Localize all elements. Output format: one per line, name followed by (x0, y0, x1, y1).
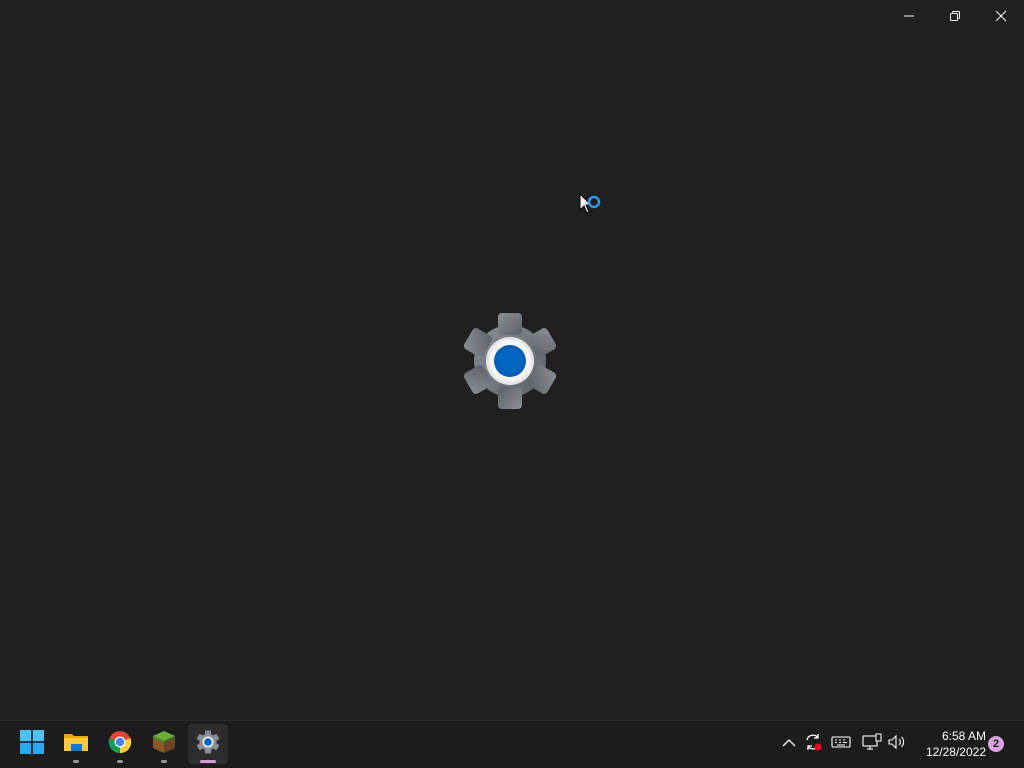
restore-icon (949, 10, 961, 22)
running-indicator (117, 760, 123, 763)
restore-button[interactable] (932, 0, 978, 32)
close-icon (995, 10, 1007, 22)
close-button[interactable] (978, 0, 1024, 32)
chrome-icon (108, 730, 132, 759)
sync-tray-button[interactable] (802, 733, 824, 755)
minecraft-icon (152, 730, 176, 759)
notification-count-badge[interactable]: 2 (988, 736, 1004, 752)
minimize-icon (903, 10, 915, 22)
volume-icon (887, 733, 907, 756)
show-hidden-icons-button[interactable] (778, 733, 800, 755)
sync-icon (803, 732, 823, 757)
keyboard-icon (831, 735, 851, 754)
windows-start-icon (20, 729, 44, 759)
show-hidden-icons-chevron-icon (782, 735, 796, 753)
settings-splash-gear-icon (461, 312, 559, 410)
taskbar-settings[interactable] (188, 724, 228, 764)
network-tray-button[interactable] (861, 733, 883, 755)
taskbar-clock[interactable]: 6:58 AM 12/28/2022 (912, 728, 986, 760)
minimize-button[interactable] (886, 0, 932, 32)
start-button[interactable] (12, 724, 52, 764)
settings-icon (196, 730, 220, 759)
network-icon (862, 733, 882, 756)
running-indicator (73, 760, 79, 763)
taskbar-file-explorer[interactable] (56, 724, 96, 764)
settings-app-window (0, 0, 1024, 720)
active-indicator (200, 760, 216, 763)
window-caption-buttons (886, 0, 1024, 32)
taskbar: 6:58 AM 12/28/2022 (0, 720, 1024, 768)
clock-date: 12/28/2022 (925, 745, 986, 759)
clock-time: 6:58 AM (941, 729, 986, 743)
file-explorer-icon (63, 730, 89, 759)
running-indicator (161, 760, 167, 763)
taskbar-minecraft[interactable] (144, 724, 184, 764)
volume-tray-button[interactable] (886, 733, 908, 755)
keyboard-tray-button[interactable] (830, 733, 852, 755)
taskbar-chrome[interactable] (100, 724, 140, 764)
busy-cursor-icon (578, 192, 604, 220)
